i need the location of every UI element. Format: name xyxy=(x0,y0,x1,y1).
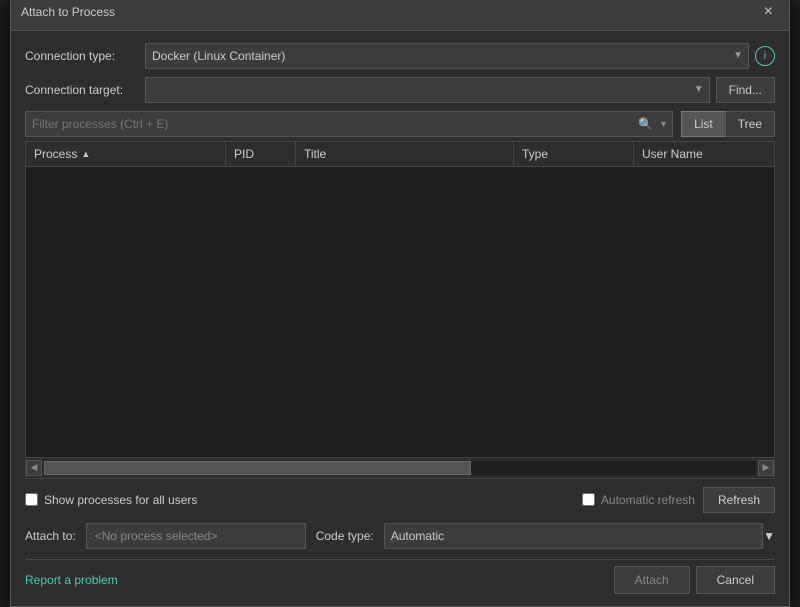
view-buttons: List Tree xyxy=(681,111,775,137)
attach-button[interactable]: Attach xyxy=(614,566,690,594)
column-title: Title xyxy=(296,142,514,166)
code-type-dropdown[interactable]: AutomaticManaged (.NET Core, .NET 5+)Nat… xyxy=(384,523,763,549)
attach-to-process-dialog: Attach to Process × Connection type: Doc… xyxy=(10,0,790,607)
scrollbar-container: ◀ ▶ xyxy=(26,457,774,478)
scrollbar-track[interactable] xyxy=(44,461,756,475)
process-table: Process ▲ PID Title Type User Name ◀ xyxy=(25,141,775,479)
code-type-label: Code type: xyxy=(316,529,374,543)
connection-type-label: Connection type: xyxy=(25,49,145,63)
auto-refresh-label[interactable]: Automatic refresh xyxy=(582,493,695,507)
bottom-row: Show processes for all users Automatic r… xyxy=(25,487,775,513)
attach-to-input[interactable] xyxy=(86,523,306,549)
cancel-button[interactable]: Cancel xyxy=(696,566,775,594)
connection-type-dropdown[interactable]: Docker (Linux Container)LocalRemote (SSH… xyxy=(145,43,749,69)
dialog-title: Attach to Process xyxy=(21,5,115,19)
footer-row: Report a problem Attach Cancel xyxy=(25,559,775,594)
show-all-users-label-text: Show processes for all users xyxy=(44,493,197,507)
title-bar: Attach to Process × xyxy=(11,0,789,31)
auto-refresh-checkbox[interactable] xyxy=(582,493,595,506)
list-view-button[interactable]: List xyxy=(681,111,725,137)
filter-input-wrapper: 🔍 ▼ xyxy=(25,111,673,137)
connection-target-dropdown[interactable] xyxy=(145,77,710,103)
attach-to-label: Attach to: xyxy=(25,529,76,543)
column-process: Process ▲ xyxy=(26,142,226,166)
column-pid: PID xyxy=(226,142,296,166)
scroll-right-button[interactable]: ▶ xyxy=(758,460,774,476)
auto-refresh-label-text: Automatic refresh xyxy=(601,493,695,507)
connection-type-row: Connection type: Docker (Linux Container… xyxy=(25,43,775,69)
attach-row: Attach to: Code type: AutomaticManaged (… xyxy=(25,523,775,549)
close-button[interactable]: × xyxy=(758,2,779,22)
connection-target-label: Connection target: xyxy=(25,83,145,97)
report-problem-link[interactable]: Report a problem xyxy=(25,573,118,587)
sort-arrow-icon: ▲ xyxy=(81,149,90,159)
connection-target-wrapper: ▼ xyxy=(145,77,710,103)
connection-target-row: Connection target: ▼ Find... xyxy=(25,77,775,103)
table-body xyxy=(26,167,774,457)
scrollbar-thumb xyxy=(44,461,471,475)
filter-row: 🔍 ▼ List Tree xyxy=(25,111,775,137)
code-type-arrow-icon: ▼ xyxy=(763,529,775,543)
refresh-button[interactable]: Refresh xyxy=(703,487,775,513)
code-type-wrapper: AutomaticManaged (.NET Core, .NET 5+)Nat… xyxy=(384,523,775,549)
show-all-users-checkbox-label[interactable]: Show processes for all users xyxy=(25,493,197,507)
column-type: Type xyxy=(514,142,634,166)
table-header: Process ▲ PID Title Type User Name xyxy=(26,142,774,167)
find-button[interactable]: Find... xyxy=(716,77,775,103)
filter-dropdown-arrow-icon[interactable]: ▼ xyxy=(659,119,668,129)
show-all-users-checkbox[interactable] xyxy=(25,493,38,506)
column-username: User Name xyxy=(634,142,774,166)
right-controls: Automatic refresh Refresh xyxy=(582,487,775,513)
footer-buttons: Attach Cancel xyxy=(614,566,775,594)
connection-type-wrapper: Docker (Linux Container)LocalRemote (SSH… xyxy=(145,43,749,69)
tree-view-button[interactable]: Tree xyxy=(725,111,775,137)
scroll-left-button[interactable]: ◀ xyxy=(26,460,42,476)
info-icon: i xyxy=(755,46,775,66)
dialog-content: Connection type: Docker (Linux Container… xyxy=(11,31,789,606)
filter-input[interactable] xyxy=(25,111,673,137)
